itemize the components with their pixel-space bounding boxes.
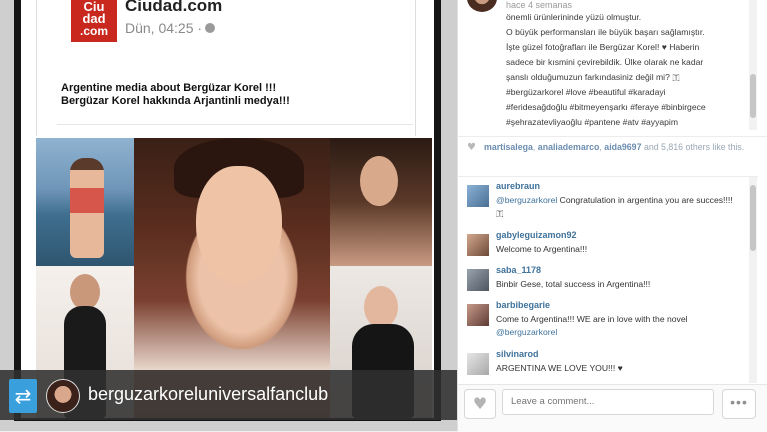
photo-portrait <box>134 138 330 370</box>
avatar[interactable] <box>467 304 489 326</box>
comment-item: barbibegarie Come to Argentina!!! WE are… <box>458 300 748 344</box>
repost-username[interactable]: berguzarkoreluniversalfanclub <box>88 384 328 405</box>
like-user-link[interactable]: aida9697 <box>604 142 641 152</box>
caption-line: İşte güzel fotoğrafları ile Bergüzar Kor… <box>506 42 700 52</box>
comment-item: aurebraun @berguzarkorel Congratulation … <box>458 181 748 225</box>
more-options-button[interactable]: ••• <box>722 389 756 419</box>
facebook-screenshot: Ciu dad .com Ciudad.com Dün, 04:25 · Arg… <box>36 0 416 136</box>
like-user-link[interactable]: analiademarco <box>538 142 600 152</box>
comment-username[interactable]: saba_1178 <box>496 265 541 275</box>
caption-line: önemli ürünlerininde yüzü olmuştur. <box>506 12 642 22</box>
comment-input[interactable] <box>502 389 714 415</box>
avatar[interactable] <box>467 353 489 375</box>
photo-beach <box>36 138 134 266</box>
comment-username[interactable]: aurebraun <box>496 181 540 191</box>
heart-icon[interactable]: ♥ <box>464 389 496 419</box>
photo-closeup <box>330 138 432 266</box>
comment-item: silvinarod ARGENTINA WE LOVE YOU!!! ♥ <box>458 349 748 379</box>
comment-text: ARGENTINA WE LOVE YOU!!! ♥ <box>496 363 623 373</box>
comment-username[interactable]: silvinarod <box>496 349 539 359</box>
post-caption: hace 4 semanas önemli ürünlerininde yüzü… <box>458 0 767 132</box>
caption-line: sadece bir kısmini çevirebildik. Ülke ol… <box>506 57 704 67</box>
caption-line: O büyük performansları ile büyük başarı … <box>506 27 705 37</box>
comment-item: saba_1178 Binbir Gese, total success in … <box>458 265 748 295</box>
comment-text: @berguzarkorel Congratulation in argenti… <box>496 195 733 218</box>
post-time: hace 4 semanas <box>506 0 573 10</box>
comment-item: gabyleguizamon92 Welcome to Argentina!!! <box>458 230 748 260</box>
facebook-post-time: Dün, 04:25 · <box>125 20 216 36</box>
avatar[interactable] <box>467 0 497 12</box>
comments-list: aurebraun @berguzarkorel Congratulation … <box>458 176 758 385</box>
caption-line: #feridesağdoğlu #bitmeyenşarkı #feraye #… <box>506 102 706 112</box>
avatar[interactable] <box>467 185 489 207</box>
comment-text: Binbir Gese, total success in Argentina!… <box>496 279 651 289</box>
divider <box>57 124 413 125</box>
comment-username[interactable]: barbibegarie <box>496 300 550 310</box>
comment-footer: ♥ ••• <box>458 384 767 432</box>
avatar[interactable] <box>467 234 489 256</box>
globe-icon <box>205 23 216 33</box>
ciudad-logo: Ciu dad .com <box>71 0 117 42</box>
repost-icon[interactable]: ⇄ <box>9 379 37 413</box>
comment-text: Come to Argentina!!! WE are in love with… <box>496 314 688 337</box>
avatar[interactable] <box>46 379 80 413</box>
heart-icon: ♥ <box>467 142 476 153</box>
likes-row: ♥ martisalega, analiademarco, aida9697 a… <box>458 136 767 173</box>
comments-scrollbar-thumb[interactable] <box>750 185 756 251</box>
facebook-source-name: Ciudad.com <box>125 0 223 15</box>
facebook-caption: Argentine media about Bergüzar Korel !!!… <box>61 82 290 107</box>
comment-panel: hace 4 semanas önemli ürünlerininde yüzü… <box>457 0 767 432</box>
like-user-link[interactable]: martisalega <box>484 142 533 152</box>
comment-text: Welcome to Argentina!!! <box>496 244 588 254</box>
avatar[interactable] <box>467 269 489 291</box>
caption-line: #bergüzarkorel #love #beautiful #karaday… <box>506 87 666 97</box>
caption-scrollbar-thumb[interactable] <box>750 74 756 118</box>
media-panel: Ciu dad .com Ciudad.com Dün, 04:25 · Arg… <box>0 0 457 431</box>
comment-username[interactable]: gabyleguizamon92 <box>496 230 577 240</box>
caption-line: #şehrazatevliyaoğlu #pantene #atv #ayyap… <box>506 117 678 127</box>
likes-text: martisalega, analiademarco, aida9697 and… <box>484 142 745 152</box>
caption-line: şanslı olduğumuzun farkındasiniz değil m… <box>506 72 680 82</box>
